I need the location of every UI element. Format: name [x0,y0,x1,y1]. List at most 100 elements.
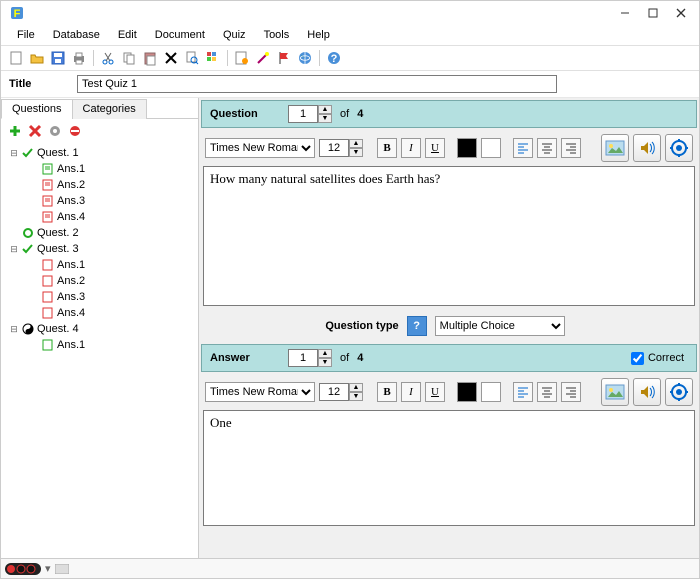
question-total: 4 [357,108,363,120]
settings-node-button[interactable] [47,123,63,139]
correct-checkbox[interactable] [631,352,644,365]
insert-sound-button[interactable] [633,134,661,162]
tree-node-a[interactable]: Ans.1 [7,337,198,353]
font-select[interactable]: Times New Roman [205,382,315,402]
delete-node-button[interactable] [27,123,43,139]
title-input[interactable] [77,75,557,93]
spin-down-button[interactable]: ▼ [318,114,332,123]
grid-button[interactable] [204,49,222,67]
close-button[interactable] [667,3,695,23]
tree-node-q4[interactable]: ⊟Quest. 4 [7,321,198,337]
open-button[interactable] [28,49,46,67]
tree-node-q1[interactable]: ⊟Quest. 1 [7,145,198,161]
text-color-button[interactable] [457,382,477,402]
circle-icon [21,226,35,240]
tree-node-a[interactable]: Ans.1 [7,257,198,273]
tab-categories[interactable]: Categories [72,99,147,119]
bold-button[interactable]: B [377,382,397,402]
block-node-button[interactable] [67,123,83,139]
answer-settings-button[interactable] [665,378,693,406]
underline-button[interactable]: U [425,138,445,158]
answer-icon [41,274,55,288]
font-size-input[interactable] [319,139,349,157]
print-button[interactable] [70,49,88,67]
text-color-button[interactable] [457,138,477,158]
spin-up-button[interactable]: ▲ [318,349,332,358]
tree-node-a[interactable]: Ans.3 [7,289,198,305]
tree-node-a[interactable]: Ans.4 [7,209,198,225]
tree-toolbar [1,119,198,143]
align-center-button[interactable] [537,138,557,158]
tree-node-a[interactable]: Ans.2 [7,273,198,289]
font-select[interactable]: Times New Roman [205,138,315,158]
copy-button[interactable] [120,49,138,67]
menu-database[interactable]: Database [45,27,108,43]
properties-button[interactable] [233,49,251,67]
question-number-input[interactable] [288,105,318,123]
help-button[interactable]: ? [325,49,343,67]
tree-node-q3[interactable]: ⊟Quest. 3 [7,241,198,257]
bg-color-button[interactable] [481,138,501,158]
new-button[interactable] [7,49,25,67]
question-settings-button[interactable] [665,134,693,162]
spin-down-button[interactable]: ▼ [318,358,332,367]
minimize-button[interactable] [611,3,639,23]
question-type-select[interactable]: Multiple Choice [435,316,565,336]
wand-button[interactable] [254,49,272,67]
align-right-button[interactable] [561,138,581,158]
insert-image-button[interactable] [601,378,629,406]
italic-button[interactable]: I [401,138,421,158]
insert-sound-button[interactable] [633,378,661,406]
tree-node-a[interactable]: Ans.2 [7,177,198,193]
flag-button[interactable] [275,49,293,67]
menu-quiz[interactable]: Quiz [215,27,254,43]
tree-node-q2[interactable]: Quest. 2 [7,225,198,241]
status-dropdown[interactable]: ▾ [45,562,51,575]
cut-button[interactable] [99,49,117,67]
align-center-button[interactable] [537,382,557,402]
tree-node-a[interactable]: Ans.1 [7,161,198,177]
expander-icon[interactable]: ⊟ [9,324,19,334]
add-node-button[interactable] [7,123,23,139]
spin-up-button[interactable]: ▲ [349,383,363,392]
answer-number-input[interactable] [288,349,318,367]
menu-help[interactable]: Help [299,27,338,43]
tree-node-a[interactable]: Ans.3 [7,193,198,209]
menu-edit[interactable]: Edit [110,27,145,43]
question-format-bar: Times New Roman ▲▼ B I U [199,130,699,166]
menu-tools[interactable]: Tools [256,27,298,43]
underline-button[interactable]: U [425,382,445,402]
align-right-button[interactable] [561,382,581,402]
font-size-input[interactable] [319,383,349,401]
qtype-help-button[interactable]: ? [407,316,427,336]
maximize-button[interactable] [639,3,667,23]
spin-up-button[interactable]: ▲ [318,105,332,114]
question-tree[interactable]: ⊟Quest. 1 Ans.1 Ans.2 Ans.3 Ans.4 Quest.… [1,143,198,558]
answer-icon [41,290,55,304]
italic-button[interactable]: I [401,382,421,402]
answer-header-label: Answer [210,352,280,364]
spin-down-button[interactable]: ▼ [349,392,363,401]
align-left-button[interactable] [513,382,533,402]
answer-editor[interactable]: One [203,410,695,526]
answer-format-bar: Times New Roman ▲▼ B I U [199,374,699,410]
insert-image-button[interactable] [601,134,629,162]
bold-button[interactable]: B [377,138,397,158]
globe-button[interactable] [296,49,314,67]
answer-icon [41,210,55,224]
bg-color-button[interactable] [481,382,501,402]
find-button[interactable] [183,49,201,67]
expander-icon[interactable]: ⊟ [9,244,19,254]
tab-questions[interactable]: Questions [1,99,73,119]
delete-x-button[interactable] [162,49,180,67]
expander-icon[interactable]: ⊟ [9,148,19,158]
spin-down-button[interactable]: ▼ [349,148,363,157]
menu-file[interactable]: File [9,27,43,43]
spin-up-button[interactable]: ▲ [349,139,363,148]
paste-button[interactable] [141,49,159,67]
save-button[interactable] [49,49,67,67]
menu-document[interactable]: Document [147,27,213,43]
question-editor[interactable]: How many natural satellites does Earth h… [203,166,695,306]
align-left-button[interactable] [513,138,533,158]
tree-node-a[interactable]: Ans.4 [7,305,198,321]
